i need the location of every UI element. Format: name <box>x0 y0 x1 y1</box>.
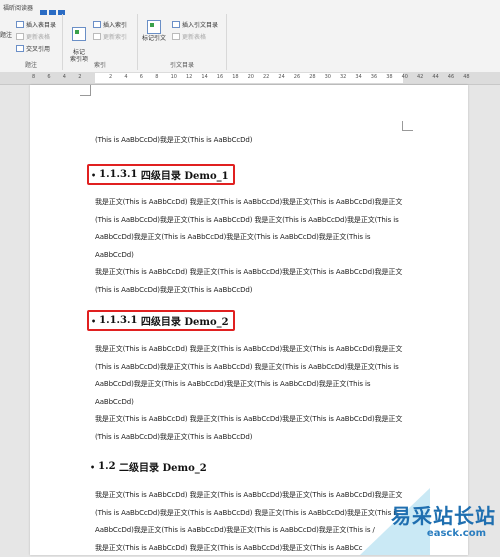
text-line: AaBbCcDd)我是正文(This is AaBbCcDd)我是正文(This… <box>95 376 405 411</box>
table-of-authorities-icon <box>172 21 180 28</box>
ruler-number: 4 <box>124 74 127 80</box>
paragraph-mark: ↵ <box>95 285 100 292</box>
text-line: 我是正文(This is AaBbCcDd) 我是正文(This is AaBb… <box>95 411 405 429</box>
document-page[interactable]: (This is AaBbCcDd)我是正文(This is AaBbCcDd)… <box>30 85 468 555</box>
watermark-text: 易采站长站 <box>391 500 496 529</box>
text-line: (This is AaBbCcDd)我是正文(This is AaBbCcDd) <box>95 282 405 300</box>
heading-level4-demo1[interactable]: • 1.1.3.1 四级目录 Demo_1 <box>87 164 235 185</box>
partial-caption-button[interactable]: 题注 <box>0 30 12 39</box>
ribbon-tabs: 福昕阅读器 <box>0 0 500 14</box>
ruler-number: 16 <box>217 74 223 80</box>
ruler-number: 34 <box>355 74 361 80</box>
paragraph[interactable]: (This is AaBbCcDd)我是正文(This is AaBbCcDd) <box>95 132 405 150</box>
ruler-number: 6 <box>47 74 50 80</box>
paragraph-mark: ↵ <box>95 432 100 439</box>
table-of-figures-icon <box>16 21 24 28</box>
ruler-number: 14 <box>201 74 207 80</box>
ruler-number: 38 <box>386 74 392 80</box>
text-line: 我是正文(This is AaBbCcDd) 我是正文(This is AaBb… <box>95 341 405 359</box>
heading-level4-demo2[interactable]: • 1.1.3.1 四级目录 Demo_2 <box>87 310 235 331</box>
ruler-number: 32 <box>340 74 346 80</box>
text-line: 我是正文(This is AaBbCcDd) 我是正文(This is AaBb… <box>95 540 405 557</box>
ruler-number: 6 <box>140 74 143 80</box>
group-citation: 标记引文 插入引文目录 更新表格 引文目录 <box>138 14 227 70</box>
ruler-number: 26 <box>294 74 300 80</box>
group-label-index: 索引 <box>63 60 137 69</box>
insert-table-of-figures-button[interactable]: 插入表目录 <box>16 20 56 29</box>
ruler-number: 46 <box>448 74 454 80</box>
ruler-number: 28 <box>309 74 315 80</box>
update-index-button[interactable]: 更新索引 <box>93 32 127 41</box>
insert-table-of-authorities-button[interactable]: 插入引文目录 <box>172 20 218 29</box>
text-line: (This is AaBbCcDd)我是正文(This is AaBbCcDd)… <box>95 212 405 230</box>
mark-citation-icon <box>147 20 161 34</box>
text-line: AaBbCcDd)我是正文(This is AaBbCcDd)我是正文(This… <box>95 229 405 264</box>
ruler-number: 18 <box>232 74 238 80</box>
mark-entry-icon <box>72 27 86 41</box>
mark-citation-button[interactable]: 标记引文 <box>140 20 168 42</box>
ruler-number: 12 <box>186 74 192 80</box>
update-table-icon <box>172 33 180 40</box>
insert-index-button[interactable]: 插入索引 <box>93 20 127 29</box>
cross-reference-button[interactable]: 交叉引用 <box>16 44 50 53</box>
text-line: 我是正文(This is AaBbCcDd) 我是正文(This is AaBb… <box>95 194 405 212</box>
ruler-number: 8 <box>155 74 158 80</box>
update-table-button[interactable]: 更新表格 <box>16 32 50 41</box>
heading-text: 四级目录 Demo_2 <box>141 313 229 328</box>
text-line: 我是正文(This is AaBbCcDd) 我是正文(This is AaBb… <box>95 264 405 282</box>
group-footnote: 题注 插入表目录 更新表格 交叉引用 题注 <box>0 14 63 70</box>
update-toa-button[interactable]: 更新表格 <box>172 32 206 41</box>
text-line: (This is AaBbCcDd)我是正文(This is AaBbCcDd)… <box>95 359 405 377</box>
body-paragraph-1[interactable]: 我是正文(This is AaBbCcDd) 我是正文(This is AaBb… <box>95 194 405 299</box>
text-line: (This is AaBbCcDd)我是正文(This is AaBbCcDd)… <box>95 505 405 523</box>
group-label-citation: 引文目录 <box>138 60 226 69</box>
ruler-number: 2 <box>109 74 112 80</box>
horizontal-ruler[interactable]: 8642246810121416182022242628303234363840… <box>0 72 500 85</box>
text-line: AaBbCcDd)我是正文(This is AaBbCcDd)我是正文(This… <box>95 522 405 540</box>
heading-text: 二级目录 Demo_2 <box>119 459 207 474</box>
heading-text: 四级目录 Demo_1 <box>141 167 229 182</box>
ruler-number: 4 <box>63 74 66 80</box>
text-line: 我是正文(This is AaBbCcDd) 我是正文(This is AaBb… <box>95 487 405 505</box>
heading-number: 1.1.3.1 <box>99 315 137 326</box>
ruler-number: 48 <box>463 74 469 80</box>
body-paragraph-2[interactable]: 我是正文(This is AaBbCcDd) 我是正文(This is AaBb… <box>95 341 405 446</box>
heading-number: 1.1.3.1 <box>99 169 137 180</box>
margin-corner-mark <box>402 121 413 131</box>
ruler-number: 24 <box>278 74 284 80</box>
ruler-number: 36 <box>371 74 377 80</box>
text-line: (This is AaBbCcDd)我是正文(This is AaBbCcDd) <box>95 429 405 447</box>
margin-corner-mark <box>80 85 91 96</box>
group-label-footnote: 题注 <box>0 60 62 69</box>
ruler-number: 20 <box>248 74 254 80</box>
heading-number: 1.2 <box>98 461 115 472</box>
update-index-icon <box>93 33 101 40</box>
ruler-number: 2 <box>78 74 81 80</box>
heading-level2-demo2[interactable]: • 1.2 二级目录 Demo_2 <box>90 459 207 474</box>
bullet: • <box>91 316 96 326</box>
tab-foxit-reader[interactable]: 福昕阅读器 <box>3 3 33 12</box>
insert-index-icon <box>93 21 101 28</box>
bullet: • <box>90 462 95 472</box>
watermark: 易采站长站 easck.com <box>360 488 500 555</box>
watermark-url: easck.com <box>427 528 486 539</box>
bullet: • <box>91 170 96 180</box>
update-table-icon <box>16 33 24 40</box>
cross-reference-icon <box>16 45 24 52</box>
group-index: 标记 索引项 插入索引 更新索引 索引 <box>63 14 138 70</box>
mark-entry-button[interactable]: 标记 索引项 <box>67 20 91 63</box>
ruler-number: 30 <box>325 74 331 80</box>
ribbon: 福昕阅读器 题注 插入表目录 更新表格 交叉引用 题注 标记 索引项 插入索引 … <box>0 0 500 73</box>
ruler-number: 40 <box>402 74 408 80</box>
ruler-number: 10 <box>171 74 177 80</box>
ruler-number: 22 <box>263 74 269 80</box>
body-paragraph-3[interactable]: 我是正文(This is AaBbCcDd) 我是正文(This is AaBb… <box>95 487 405 557</box>
ruler-number: 8 <box>32 74 35 80</box>
ruler-number: 44 <box>432 74 438 80</box>
ruler-number: 42 <box>417 74 423 80</box>
